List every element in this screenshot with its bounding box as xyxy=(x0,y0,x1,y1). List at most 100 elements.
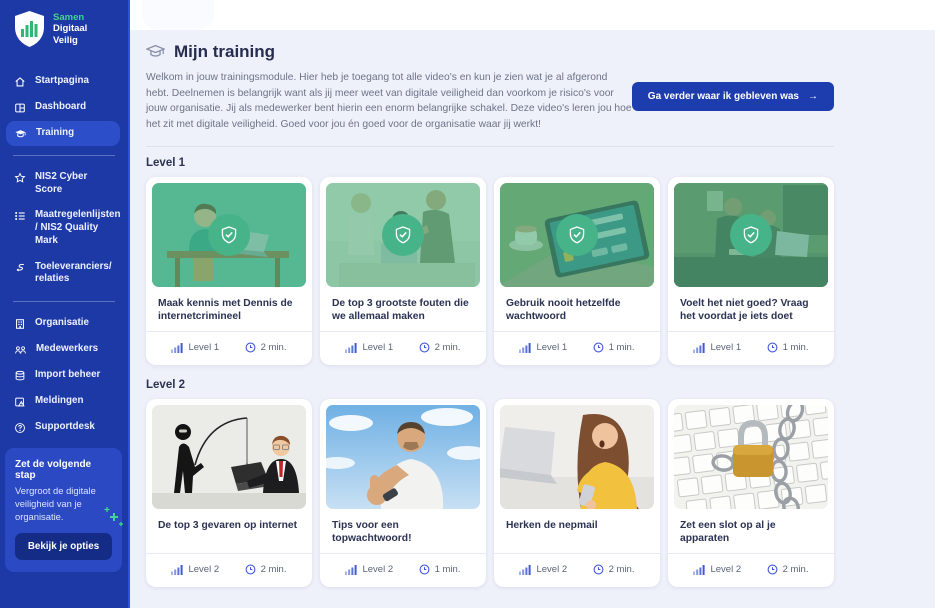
card-footer: Level 2 2 min. xyxy=(668,553,834,587)
dashboard-icon xyxy=(14,102,26,114)
sidebar-item-training[interactable]: Training xyxy=(6,121,120,146)
completed-badge xyxy=(500,183,654,287)
video-title: Herken de nepmail xyxy=(494,509,660,553)
signal-bars-icon xyxy=(519,342,531,353)
help-icon xyxy=(14,422,26,434)
page-title: Mijn training xyxy=(174,42,275,62)
level-indicator: Level 2 xyxy=(519,564,567,575)
clock-icon xyxy=(593,342,604,353)
promo-title: Zet de volgende stap xyxy=(15,459,112,481)
card-footer: Level 2 2 min. xyxy=(146,553,312,587)
level-indicator: Level 1 xyxy=(345,342,393,353)
signal-bars-icon xyxy=(345,342,357,353)
shield-check-icon xyxy=(567,225,587,245)
promo-text: Vergroot de digitale veiligheid van je o… xyxy=(15,484,101,523)
alert-icon xyxy=(14,396,26,408)
level-indicator: Level 2 xyxy=(693,564,741,575)
brand-text: Samen Digitaal Veilig xyxy=(53,12,87,46)
shield-bars-logo-icon xyxy=(13,10,46,48)
video-thumbnail-tablet-login-padlock xyxy=(500,183,654,287)
completed-badge xyxy=(674,183,828,287)
duration-indicator: 2 min. xyxy=(245,342,287,353)
completed-badge xyxy=(326,183,480,287)
card-footer: Level 2 1 min. xyxy=(320,553,486,587)
sidebar-item-import-beheer[interactable]: Import beheer xyxy=(6,363,120,388)
sidebar-nav: Startpagina Dashboard Training NIS2 Cybe… xyxy=(0,68,128,441)
sidebar-divider xyxy=(13,301,115,302)
video-title: De top 3 grootste fouten die we allemaal… xyxy=(320,287,486,331)
training-card[interactable]: De top 3 gevaren op internet Level 2 2 m… xyxy=(146,399,312,587)
clock-icon xyxy=(245,564,256,575)
training-card[interactable]: Maak kennis met Dennis de internetcrimin… xyxy=(146,177,312,365)
card-footer: Level 2 2 min. xyxy=(494,553,660,587)
sidebar-item-meldingen[interactable]: Meldingen xyxy=(6,389,120,414)
video-thumbnail-colleagues-around-laptop xyxy=(326,183,480,287)
page-header: Mijn training Welkom in jouw trainingsmo… xyxy=(146,42,834,133)
sidebar-divider xyxy=(13,155,115,156)
video-title: De top 3 gevaren op internet xyxy=(146,509,312,553)
sidebar-item-dashboard[interactable]: Dashboard xyxy=(6,95,120,120)
view-options-button[interactable]: Bekijk je opties xyxy=(15,533,112,560)
people-icon xyxy=(14,344,27,356)
sidebar-item-maatregelenlijsten[interactable]: Maatregelenlijsten / NIS2 Quality Mark xyxy=(6,203,120,253)
training-card[interactable]: Tips voor een topwachtwoord! Level 2 1 m… xyxy=(320,399,486,587)
shield-check-icon xyxy=(741,225,761,245)
sidebar-item-organisatie[interactable]: Organisatie xyxy=(6,311,120,336)
clock-icon xyxy=(419,342,430,353)
video-title: Gebruik nooit hetzelfde wachtwoord xyxy=(494,287,660,331)
level-indicator: Level 2 xyxy=(171,564,219,575)
section-title-level-1: Level 1 xyxy=(146,157,834,169)
level-indicator: Level 1 xyxy=(171,342,219,353)
shield-check-icon xyxy=(219,225,239,245)
card-footer: Level 1 1 min. xyxy=(668,331,834,365)
graduation-cap-icon xyxy=(14,128,27,140)
level-2-card-grid: De top 3 gevaren op internet Level 2 2 m… xyxy=(146,399,834,587)
signal-bars-icon xyxy=(171,564,183,575)
duration-indicator: 1 min. xyxy=(593,342,635,353)
scrollbar[interactable] xyxy=(935,30,940,608)
video-title: Zet een slot op al je apparaten xyxy=(668,509,834,553)
sidebar-item-supportdesk[interactable]: Supportdesk xyxy=(6,415,120,440)
topbar xyxy=(130,0,940,30)
sidebar-item-nis2-cyber-score[interactable]: NIS2 Cyber Score xyxy=(6,165,120,202)
topbar-tab xyxy=(142,0,214,30)
signal-bars-icon xyxy=(345,564,357,575)
video-thumbnail-woman-phone-surprised xyxy=(500,405,654,509)
duration-indicator: 2 min. xyxy=(593,564,635,575)
next-step-promo-card: Zet de volgende stap Vergroot de digital… xyxy=(5,448,122,572)
clock-icon xyxy=(245,342,256,353)
continue-button[interactable]: Ga verder waar ik gebleven was → xyxy=(632,82,834,111)
training-card[interactable]: Herken de nepmail Level 2 2 min. xyxy=(494,399,660,587)
video-thumbnail-cartoon-man-at-desk xyxy=(152,183,306,287)
main-area: Mijn training Welkom in jouw trainingsmo… xyxy=(130,0,940,608)
completed-badge xyxy=(152,183,306,287)
training-card[interactable]: Gebruik nooit hetzelfde wachtwoord Level… xyxy=(494,177,660,365)
home-icon xyxy=(14,76,26,88)
level-indicator: Level 2 xyxy=(345,564,393,575)
shield-check-icon xyxy=(393,225,413,245)
sidebar-item-startpagina[interactable]: Startpagina xyxy=(6,69,120,94)
sparkles-icon xyxy=(103,505,125,529)
section-divider xyxy=(146,146,834,147)
signal-bars-icon xyxy=(693,342,705,353)
level-indicator: Level 1 xyxy=(693,342,741,353)
content: Mijn training Welkom in jouw trainingsmo… xyxy=(130,30,940,608)
building-icon xyxy=(14,318,26,330)
training-card[interactable]: Voelt het niet goed? Vraag het voordat j… xyxy=(668,177,834,365)
training-card[interactable]: De top 3 grootste fouten die we allemaal… xyxy=(320,177,486,365)
sidebar-item-medewerkers[interactable]: Medewerkers xyxy=(6,337,120,362)
sidebar-item-toeleveranciers[interactable]: Toeleveranciers/ relaties xyxy=(6,255,120,292)
intro-text: Welkom in jouw trainingsmodule. Hier heb… xyxy=(146,70,632,133)
app-logo: Samen Digitaal Veilig xyxy=(0,0,128,58)
video-title: Voelt het niet goed? Vraag het voordat j… xyxy=(668,287,834,331)
video-thumbnail-two-men-workshop-laptop xyxy=(674,183,828,287)
duration-indicator: 1 min. xyxy=(767,342,809,353)
clock-icon xyxy=(593,564,604,575)
clock-icon xyxy=(419,564,430,575)
star-icon xyxy=(14,172,26,184)
training-card[interactable]: Zet een slot op al je apparaten Level 2 … xyxy=(668,399,834,587)
duration-indicator: 2 min. xyxy=(419,342,461,353)
clock-icon xyxy=(767,342,778,353)
checklist-icon xyxy=(14,210,26,222)
duration-indicator: 2 min. xyxy=(245,564,287,575)
